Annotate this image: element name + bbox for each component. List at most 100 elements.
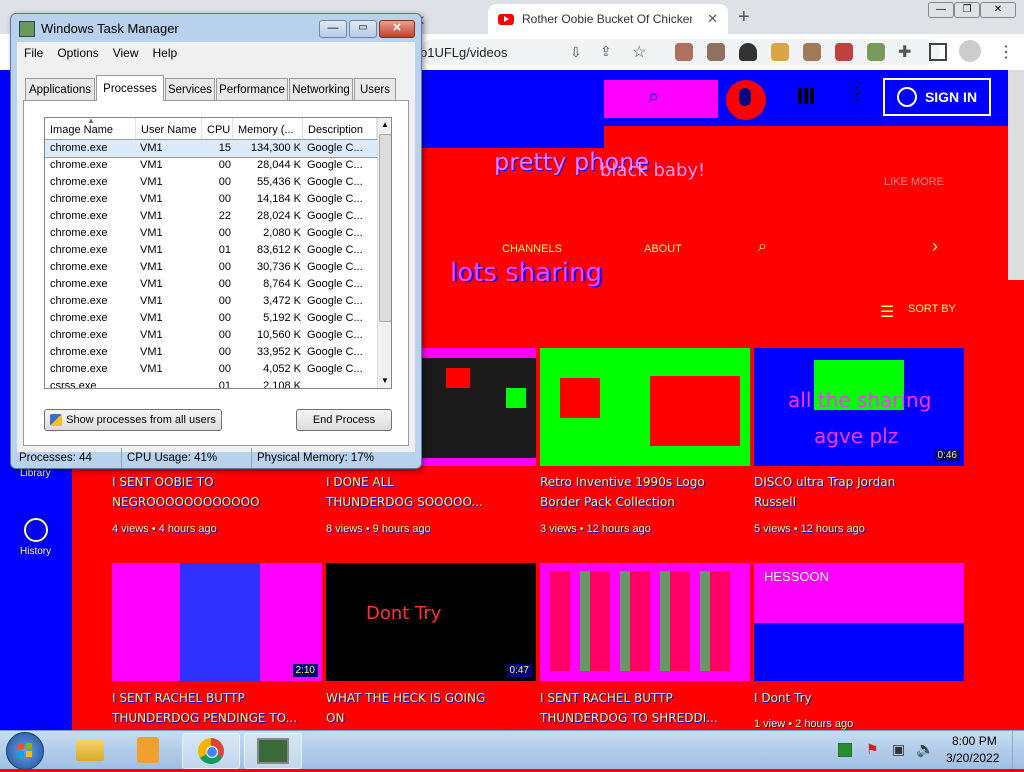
show-desktop-button[interactable]: [1012, 731, 1024, 769]
video-thumbnail[interactable]: Dont Try 0:47: [326, 563, 536, 681]
end-process-button[interactable]: End Process: [296, 409, 392, 431]
video-thumbnail[interactable]: HESSOON: [754, 563, 964, 681]
table-row[interactable]: chrome.exe VM1 00 14,184 K Google C...: [45, 191, 377, 208]
tab-services[interactable]: Services: [165, 78, 215, 100]
table-row[interactable]: chrome.exe VM1 00 28,044 K Google C...: [45, 157, 377, 174]
clock-time[interactable]: 8:00 PM: [952, 734, 997, 748]
new-tab-button[interactable]: +: [738, 6, 750, 29]
task-manager-titlebar[interactable]: Windows Task Manager — ▭ ✕: [11, 14, 421, 42]
minimize-window-button[interactable]: —: [928, 2, 954, 18]
tab-processes[interactable]: Processes: [96, 75, 164, 101]
sidebar-item-library[interactable]: Library: [20, 468, 51, 479]
taskbar-task-manager[interactable]: [244, 733, 302, 769]
video-thumbnail[interactable]: [540, 348, 750, 466]
taskbar-chrome[interactable]: [182, 733, 240, 769]
tray-network-icon[interactable]: ▣: [892, 741, 905, 758]
menu-help[interactable]: Help: [146, 46, 185, 60]
extension-face-icon[interactable]: [867, 43, 885, 61]
tab-channels[interactable]: CHANNELS: [502, 243, 562, 255]
table-row[interactable]: chrome.exe VM1 00 5,192 K Google C...: [45, 310, 377, 327]
tab-applications[interactable]: Applications: [25, 78, 95, 100]
column-cpu[interactable]: CPU: [202, 118, 233, 140]
extension-hat-icon[interactable]: [739, 43, 757, 61]
maximize-button[interactable]: ▭: [349, 20, 377, 38]
taskbar-media-player[interactable]: [120, 733, 176, 767]
sort-by-button[interactable]: SORT BY: [908, 303, 956, 315]
clock-date[interactable]: 3/20/2022: [946, 751, 999, 765]
video-title[interactable]: Retro Inventive 1990s Logo Border Pack Co…: [540, 472, 750, 512]
extension-doge-icon[interactable]: [771, 43, 789, 61]
table-row[interactable]: chrome.exe VM1 00 2,080 K Google C...: [45, 225, 377, 242]
table-row[interactable]: chrome.exe VM1 00 8,764 K Google C...: [45, 276, 377, 293]
page-scrollbar[interactable]: [1008, 70, 1024, 280]
video-title[interactable]: WHAT THE HECK IS GOING ON: [326, 688, 536, 728]
show-all-processes-button[interactable]: Show processes from all users: [44, 409, 222, 431]
tray-volume-icon[interactable]: 🔈: [916, 740, 935, 758]
voice-search-button[interactable]: [726, 80, 766, 120]
chevron-right-icon[interactable]: ›: [932, 236, 938, 257]
video-title[interactable]: DISCO ultra Trap Jordan Russell: [754, 472, 964, 512]
extensions-puzzle-icon[interactable]: ✚: [898, 42, 911, 62]
close-button[interactable]: ✕: [379, 20, 415, 38]
table-row[interactable]: chrome.exe VM1 00 10,560 K Google C...: [45, 327, 377, 344]
browser-tab-active[interactable]: Rother Oobie Bucket Of Chicken ✕: [488, 4, 728, 34]
extension-avatar-icon[interactable]: [707, 43, 725, 61]
channel-search-icon[interactable]: ⌕: [758, 238, 767, 256]
video-title[interactable]: I DONE ALL THUNDERDOG SOOOOO...: [326, 472, 536, 512]
table-row[interactable]: chrome.exe VM1 00 55,436 K Google C...: [45, 174, 377, 191]
video-title[interactable]: I SENT RACHEL BUTTP THUNDERDOG TO SHREDDI…: [540, 688, 750, 728]
extension-face-icon[interactable]: [803, 43, 821, 61]
video-thumbnail[interactable]: [540, 563, 750, 681]
table-row[interactable]: chrome.exe VM1 00 3,472 K Google C...: [45, 293, 377, 310]
install-app-icon[interactable]: ⇩: [570, 44, 582, 61]
table-row[interactable]: chrome.exe VM1 00 4,052 K Google C...: [45, 361, 377, 378]
tray-action-center-icon[interactable]: ⚑: [866, 741, 879, 758]
extension-face-icon[interactable]: [835, 43, 853, 61]
table-row[interactable]: chrome.exe VM1 01 83,612 K Google C...: [45, 242, 377, 259]
menu-file[interactable]: File: [17, 46, 50, 60]
menu-view[interactable]: View: [106, 46, 146, 60]
sidebar-item-history[interactable]: History: [20, 546, 51, 557]
scroll-down-icon[interactable]: ▼: [381, 376, 389, 385]
tab-close-icon[interactable]: ✕: [707, 11, 718, 27]
share-icon[interactable]: ⇪: [600, 43, 612, 60]
table-cell: 83,612 K: [256, 244, 301, 256]
video-thumbnail[interactable]: all the sharing agve plz 0:46: [754, 348, 964, 466]
yt-search-button[interactable]: ⌕: [604, 80, 718, 118]
minimize-button[interactable]: —: [319, 20, 347, 38]
column-memory[interactable]: Memory (...: [233, 118, 303, 140]
close-window-button[interactable]: ✕: [980, 2, 1016, 18]
tab-performance[interactable]: Performance: [216, 78, 288, 100]
video-thumbnail[interactable]: 2:10: [112, 563, 322, 681]
video-title[interactable]: I Dont Try: [754, 688, 964, 708]
table-row[interactable]: chrome.exe VM1 22 28,024 K Google C...: [45, 208, 377, 225]
table-row[interactable]: csrss.exe 01 2,108 K: [45, 378, 377, 388]
column-user-name[interactable]: User Name: [136, 118, 202, 140]
sign-in-button[interactable]: SIGN IN: [883, 78, 991, 116]
tray-network-status-icon[interactable]: [838, 743, 852, 757]
chrome-menu-icon[interactable]: ⋮: [998, 42, 1014, 62]
scrollbar-thumb[interactable]: [379, 134, 391, 322]
tab-users[interactable]: Users: [354, 78, 396, 100]
scroll-up-icon[interactable]: ▲: [381, 120, 389, 129]
apps-grid-icon[interactable]: [798, 88, 814, 104]
menu-options[interactable]: Options: [50, 46, 105, 60]
tab-networking[interactable]: Networking: [289, 78, 353, 100]
restore-window-button[interactable]: ❐: [954, 2, 980, 18]
video-meta: 5 views • 12 hours ago: [754, 523, 865, 535]
profile-avatar-icon[interactable]: [959, 40, 981, 62]
video-title[interactable]: I SENT RACHEL BUTTP THUNDERDOG PENDINGE T…: [112, 688, 322, 728]
table-row[interactable]: chrome.exe VM1 15 134,300 K Google C...: [45, 139, 378, 158]
table-row[interactable]: chrome.exe VM1 00 30,736 K Google C...: [45, 259, 377, 276]
bookmark-star-icon[interactable]: ☆: [632, 42, 646, 62]
taskbar-explorer[interactable]: [62, 733, 118, 767]
table-row[interactable]: chrome.exe VM1 00 33,952 K Google C...: [45, 344, 377, 361]
extension-avatar-icon[interactable]: [675, 43, 693, 61]
start-button[interactable]: [6, 732, 44, 770]
side-panel-icon[interactable]: [929, 43, 947, 61]
more-options-icon[interactable]: ⋮: [848, 84, 866, 105]
video-title[interactable]: I SENT OOBIE TO NEGROOOOOOOOOOOO: [112, 472, 322, 512]
process-list-scrollbar[interactable]: ▲ ▼: [377, 118, 391, 388]
column-description[interactable]: Description: [303, 118, 377, 140]
tab-about[interactable]: ABOUT: [644, 243, 682, 255]
